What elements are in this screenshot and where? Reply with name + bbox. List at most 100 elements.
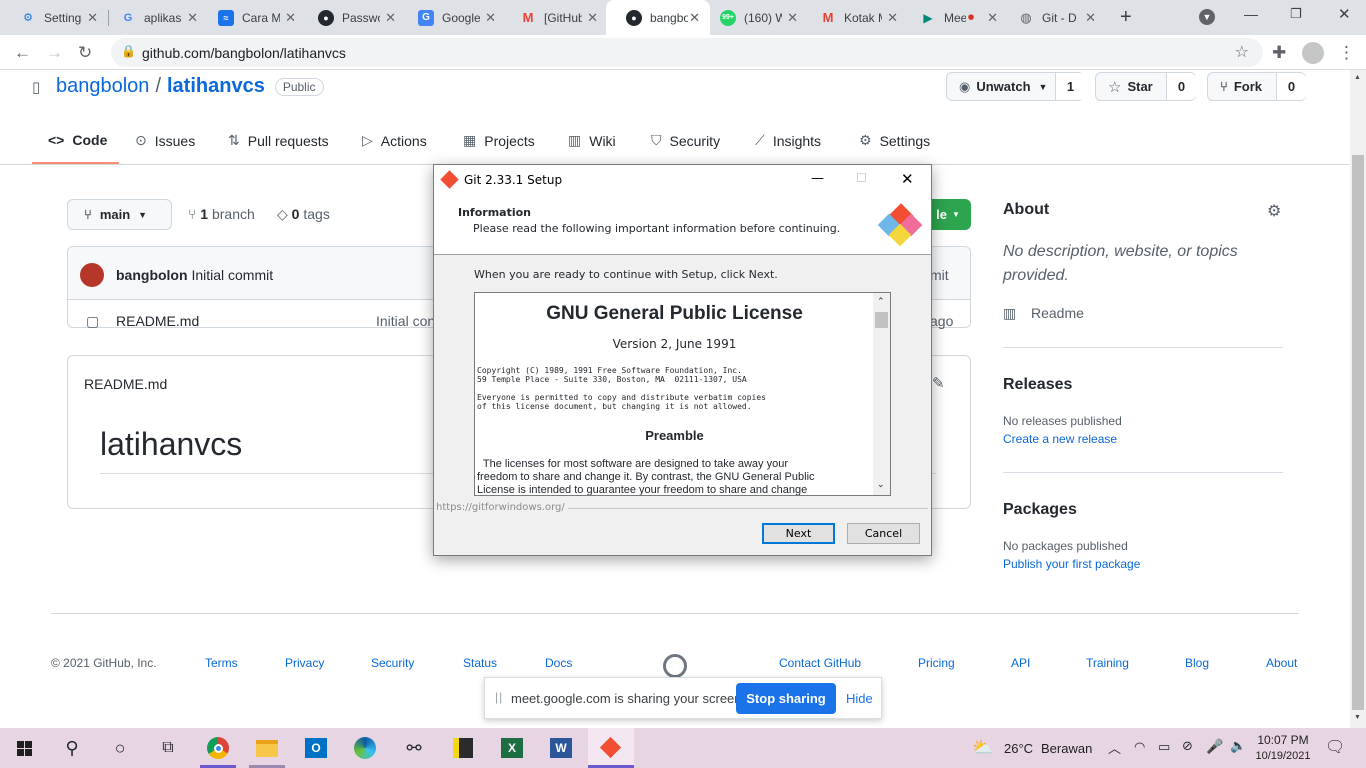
- bookmark-star-icon[interactable]: ☆: [1235, 42, 1249, 62]
- close-tab-icon[interactable]: ✕: [787, 10, 798, 26]
- tab-search-icon[interactable]: ▼: [1199, 9, 1215, 25]
- tab-actions[interactable]: ▷ Actions: [362, 132, 427, 149]
- file-commit-message[interactable]: Initial con: [376, 313, 435, 329]
- watch-count[interactable]: 1: [1055, 73, 1085, 100]
- footer-link-training[interactable]: Training: [1086, 656, 1129, 670]
- reload-icon[interactable]: ↻: [78, 43, 92, 63]
- packages-heading[interactable]: Packages: [1003, 501, 1077, 519]
- footer-link-status[interactable]: Status: [463, 656, 497, 670]
- tab-issues[interactable]: ⊙ Issues: [135, 132, 195, 149]
- clock-time[interactable]: 10:07 PM: [1252, 733, 1314, 747]
- close-tab-icon[interactable]: ✕: [87, 10, 98, 26]
- wifi-icon[interactable]: ◠: [1134, 739, 1145, 755]
- tab-pull-requests[interactable]: ⇅ Pull requests: [228, 132, 329, 149]
- edit-pencil-icon[interactable]: ✎: [932, 374, 945, 392]
- gitforwindows-link[interactable]: https://gitforwindows.org/: [436, 502, 565, 513]
- license-scrollbar[interactable]: ⌃ ⌄: [873, 293, 890, 495]
- footer-link-about[interactable]: About: [1266, 656, 1297, 670]
- license-textbox[interactable]: GNU General Public License Version 2, Ju…: [474, 292, 891, 496]
- excel-icon[interactable]: X: [496, 732, 528, 764]
- tab-code[interactable]: <> Code: [48, 132, 107, 148]
- git-setup-taskbar-button[interactable]: [588, 728, 634, 768]
- stop-sharing-button[interactable]: Stop sharing: [736, 683, 836, 714]
- browser-tab[interactable]: G Google ✕: [398, 0, 506, 35]
- footer-link-contact[interactable]: Contact GitHub: [779, 656, 861, 670]
- file-explorer-icon[interactable]: [251, 732, 283, 764]
- scroll-down-icon[interactable]: ▼: [1354, 714, 1361, 721]
- commit-author[interactable]: bangbolon: [116, 267, 188, 283]
- profile-avatar[interactable]: [1302, 42, 1324, 64]
- window-close-icon[interactable]: ✕: [1338, 5, 1351, 23]
- branch-select-button[interactable]: ⑂ main ▼: [67, 199, 172, 230]
- minimize-icon[interactable]: —: [1244, 6, 1258, 22]
- weather-desc[interactable]: Berawan: [1041, 741, 1092, 756]
- close-tab-icon[interactable]: ✕: [987, 10, 998, 26]
- clock-date[interactable]: 10/19/2021: [1252, 750, 1314, 762]
- footer-link-pricing[interactable]: Pricing: [918, 656, 955, 670]
- browser-tab[interactable]: G aplikasi ✕: [100, 0, 208, 35]
- task-view-icon[interactable]: ⧉: [152, 732, 184, 764]
- repo-name-link[interactable]: latihanvcs: [167, 75, 265, 98]
- footer-link-terms[interactable]: Terms: [205, 656, 238, 670]
- browser-tab[interactable]: M Kotak M ✕: [800, 0, 908, 35]
- search-icon[interactable]: ⚲: [56, 732, 88, 764]
- browser-tab[interactable]: 99+ (160) W ✕: [700, 0, 808, 35]
- close-tab-icon[interactable]: ✕: [689, 10, 700, 26]
- close-tab-icon[interactable]: ✕: [187, 10, 198, 26]
- page-scrollbar[interactable]: ▲ ▼: [1350, 70, 1366, 728]
- close-tab-icon[interactable]: ✕: [887, 10, 898, 26]
- browser-tab[interactable]: ≈ Cara M ✕: [198, 0, 306, 35]
- tab-wiki[interactable]: ▥ Wiki: [568, 132, 616, 149]
- tab-projects[interactable]: ▦ Projects: [463, 132, 535, 149]
- license-scroll-thumb[interactable]: [875, 312, 888, 328]
- cortana-icon[interactable]: ○: [104, 732, 136, 764]
- dialog-minimize-icon[interactable]: —: [811, 171, 824, 186]
- forward-icon[interactable]: →: [46, 43, 63, 63]
- browser-tab[interactable]: ▶ Meet ⏺ ✕: [900, 0, 1008, 35]
- tab-settings[interactable]: ⚙ Settings: [859, 132, 930, 149]
- unwatch-button[interactable]: ◉ Unwatch ▼ 1: [946, 72, 1085, 101]
- fork-button[interactable]: ⑂ Fork 0: [1207, 72, 1306, 101]
- browser-tab[interactable]: ● Password ✕: [298, 0, 406, 35]
- scroll-down-icon[interactable]: ⌄: [877, 479, 885, 490]
- footer-link-security[interactable]: Security: [371, 656, 414, 670]
- star-count[interactable]: 0: [1166, 73, 1196, 100]
- close-tab-icon[interactable]: ✕: [285, 10, 296, 26]
- file-name-link[interactable]: README.md: [116, 313, 199, 329]
- new-tab-icon[interactable]: +: [1120, 6, 1132, 29]
- gear-icon[interactable]: ⚙: [1267, 201, 1281, 221]
- footer-link-blog[interactable]: Blog: [1185, 656, 1209, 670]
- weather-temp[interactable]: 26°C: [1004, 741, 1033, 756]
- notifications-icon[interactable]: 🗨: [1325, 737, 1345, 757]
- dialog-titlebar[interactable]: Git 2.33.1 Setup — ☐ ✕: [434, 165, 931, 195]
- sticky-notes-icon[interactable]: [447, 732, 479, 764]
- dialog-close-icon[interactable]: ✕: [901, 170, 914, 188]
- network-off-icon[interactable]: ⊘: [1182, 738, 1193, 754]
- close-tab-icon[interactable]: ✕: [485, 10, 496, 26]
- next-button[interactable]: Next: [762, 523, 835, 544]
- close-tab-icon[interactable]: ✕: [587, 10, 598, 26]
- avatar[interactable]: [80, 263, 104, 287]
- readme-link[interactable]: Readme: [1031, 305, 1084, 321]
- speaker-icon[interactable]: 🔈: [1230, 738, 1246, 754]
- microphone-icon[interactable]: 🎤: [1206, 738, 1223, 755]
- chevron-up-icon[interactable]: ︿: [1108, 738, 1121, 757]
- windows-start-icon[interactable]: [8, 732, 40, 764]
- address-bar[interactable]: 🔒 github.com/bangbolon/latihanvcs ☆: [111, 38, 1263, 67]
- restore-icon[interactable]: ❐: [1290, 6, 1302, 22]
- footer-link-api[interactable]: API: [1011, 656, 1030, 670]
- cancel-button[interactable]: Cancel: [847, 523, 920, 544]
- outlook-icon[interactable]: O: [300, 732, 332, 764]
- create-release-link[interactable]: Create a new release: [1003, 432, 1117, 446]
- star-button[interactable]: ☆ Star 0: [1095, 72, 1196, 101]
- footer-link-docs[interactable]: Docs: [545, 656, 572, 670]
- footer-link-privacy[interactable]: Privacy: [285, 656, 324, 670]
- close-tab-icon[interactable]: ✕: [1085, 10, 1096, 26]
- word-icon[interactable]: W: [545, 732, 577, 764]
- weather-cloud-icon[interactable]: ⛅: [972, 738, 993, 758]
- scroll-thumb[interactable]: [1352, 155, 1364, 710]
- back-icon[interactable]: ←: [14, 43, 31, 63]
- branches-link[interactable]: ⑂ 1 branch: [188, 206, 255, 222]
- scroll-up-icon[interactable]: ⌃: [877, 296, 885, 307]
- battery-icon[interactable]: ▭: [1158, 739, 1170, 755]
